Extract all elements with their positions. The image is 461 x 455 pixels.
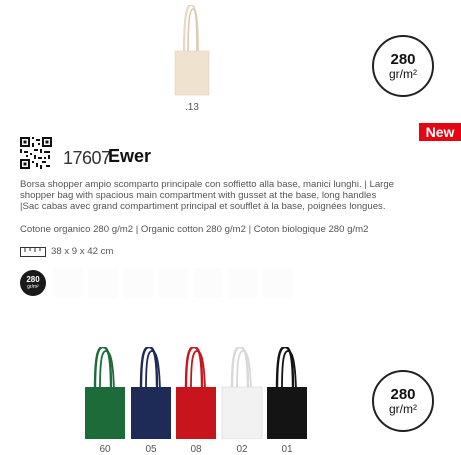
tote-bag-01 — [267, 347, 307, 439]
ruler-icon — [20, 247, 46, 257]
description-line: shopper bag with spacious main compartme… — [20, 190, 377, 201]
color-code-label: 60 — [99, 444, 111, 455]
color-swatch — [158, 268, 188, 298]
color-code-label: 01 — [281, 444, 293, 455]
color-swatch — [53, 268, 83, 298]
description-line: |Sac cabas avec grand compartiment princ… — [20, 201, 386, 212]
description-line: Borsa shopper ampio scomparto principale… — [20, 179, 395, 190]
color-swatch — [88, 268, 118, 298]
product-description: Borsa shopper ampio scomparto principale… — [20, 179, 461, 212]
small-weight-badge: 280 gr/m² — [20, 270, 46, 296]
weight-unit: gr/m² — [389, 66, 417, 81]
variant-code: .13 — [185, 102, 199, 113]
qr-code-icon — [20, 137, 52, 169]
tote-bag-05 — [131, 347, 171, 439]
tote-bag-60 — [85, 347, 125, 439]
product-name: Ewer — [108, 146, 152, 166]
color-swatch — [263, 268, 293, 298]
small-weight-unit: gr/m² — [27, 284, 39, 290]
material-info: Cotone organico 280 g/m2 | Organic cotto… — [20, 224, 369, 235]
small-weight-value: 280 — [26, 275, 40, 284]
tote-bag-02 — [221, 347, 263, 439]
color-swatch — [123, 268, 153, 298]
color-code-label: 05 — [145, 444, 157, 455]
color-code-label: 02 — [236, 444, 248, 455]
color-code-label: 08 — [190, 444, 202, 455]
color-swatch — [228, 268, 258, 298]
dimensions: 38 x 9 x 42 cm — [51, 246, 114, 257]
weight-value: 280 — [390, 385, 416, 403]
weight-badge: 280 gr/m² — [372, 35, 434, 97]
color-swatch — [193, 268, 223, 298]
weight-unit: gr/m² — [389, 401, 417, 416]
tote-bag-08 — [176, 347, 216, 439]
weight-value: 280 — [390, 50, 416, 68]
natural-tote-bag-image — [174, 5, 210, 96]
weight-badge: 280 gr/m² — [372, 370, 434, 432]
new-badge: New — [419, 123, 461, 141]
product-code: 17607 — [63, 148, 111, 168]
